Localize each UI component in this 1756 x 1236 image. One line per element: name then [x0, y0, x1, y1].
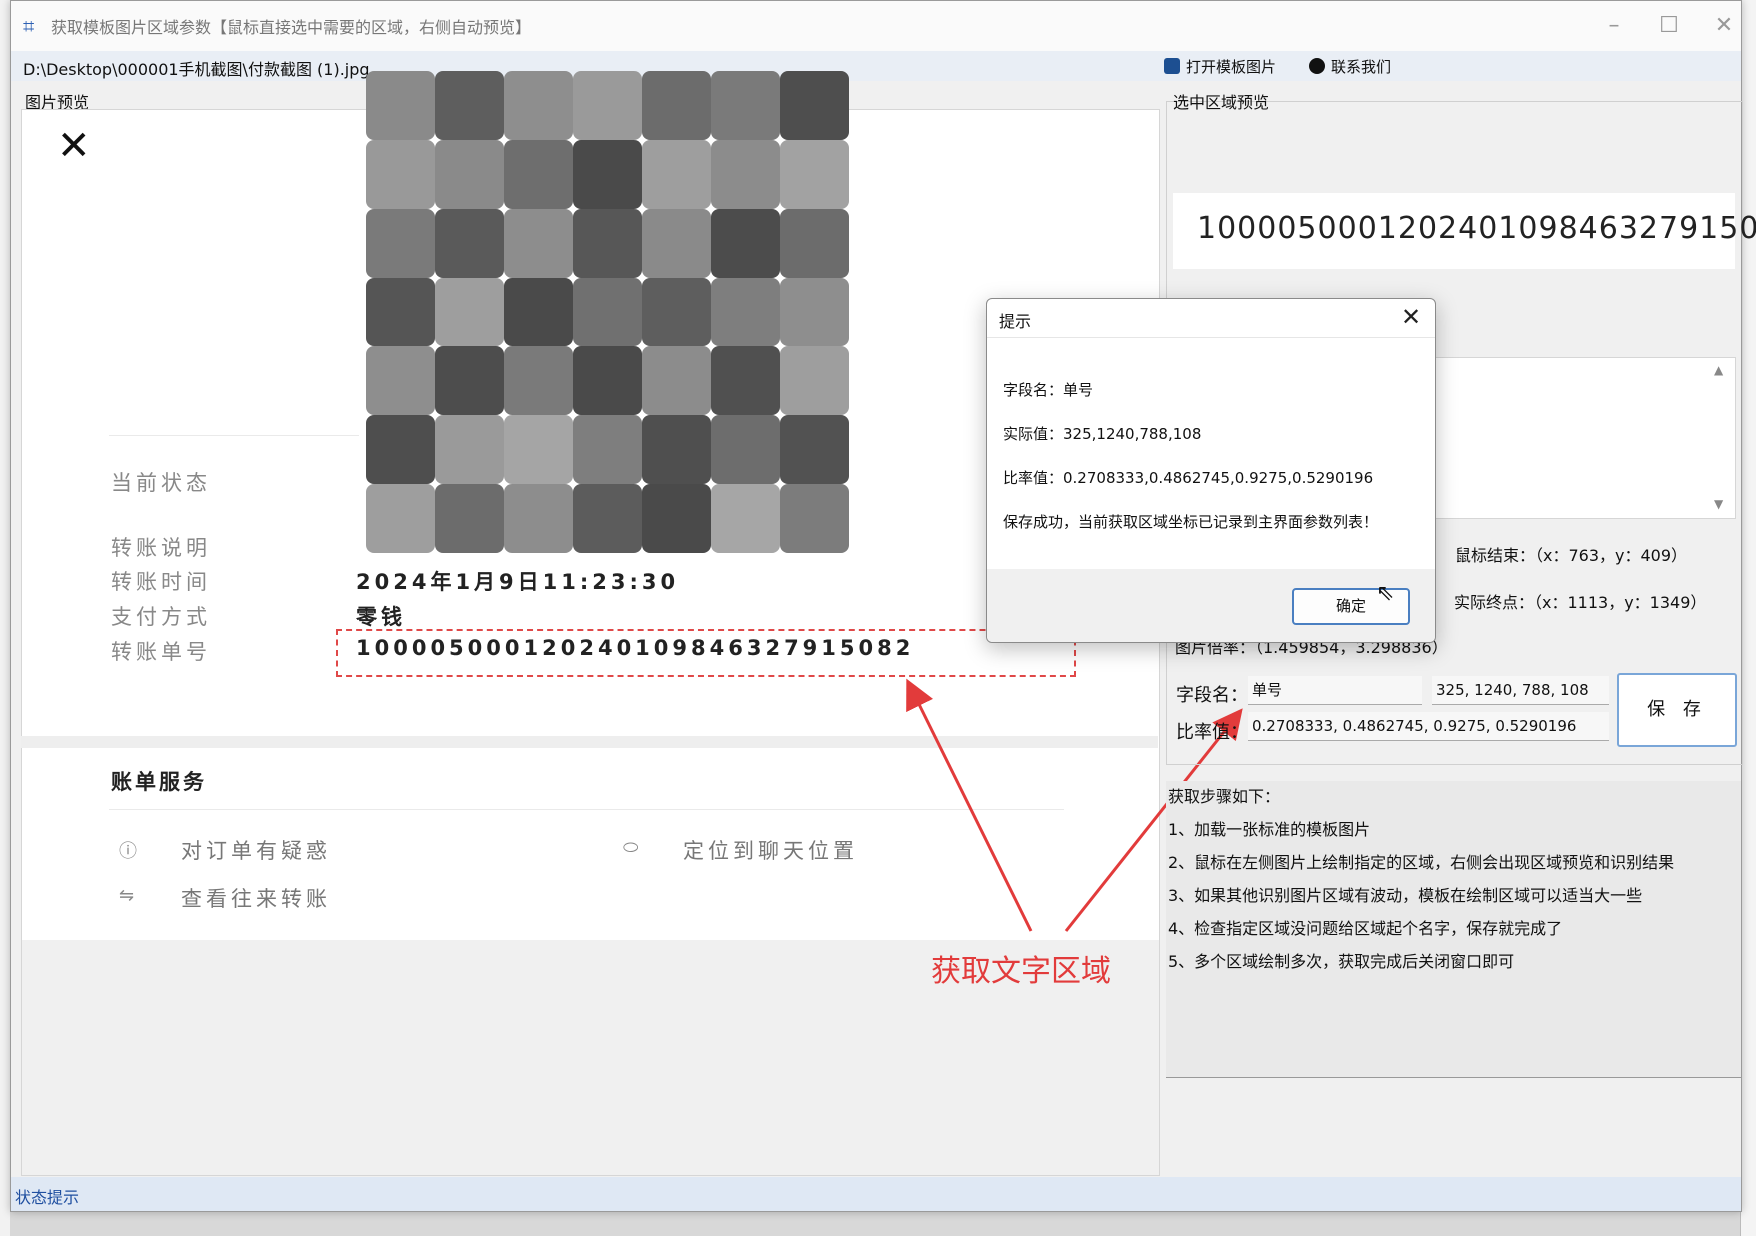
dialog-close-button[interactable]: ✕: [1401, 303, 1421, 331]
arrow-to-region: [906, 678, 1033, 932]
mouse-end-readout: 鼠标结束：（x：763，y：409）: [1455, 546, 1688, 565]
scroll-up-arrow-icon[interactable]: ▲: [1714, 363, 1723, 377]
dialog-title: 提示: [999, 312, 1032, 331]
step-item: 2、鼠标在左侧图片上绘制指定的区域，右侧会出现区域预览和识别结果: [1168, 853, 1675, 872]
step-item: 4、检查指定区域没问题给区域起个名字，保存就完成了: [1168, 919, 1563, 938]
dialog-title-bar: [987, 299, 1435, 338]
message-dialog: 提示 ✕ 字段名：单号 实际值：325,1240,788,108 比率值：0.2…: [986, 298, 1436, 643]
save-button[interactable]: 保 存: [1617, 673, 1737, 747]
steps-title: 获取步骤如下：: [1168, 787, 1281, 806]
ratio-input[interactable]: 0.2708333, 0.4862745, 0.9275, 0.5290196: [1248, 712, 1609, 741]
field-name-input[interactable]: 单号: [1248, 676, 1422, 705]
selection-preview-label: 选中区域预览: [1173, 93, 1270, 112]
ratio-label: 比率值：: [1176, 722, 1248, 743]
step-item: 5、多个区域绘制多次，获取完成后关闭窗口即可: [1168, 952, 1515, 971]
field-name-label: 字段名：: [1176, 685, 1248, 706]
annotation-text: 获取文字区域: [931, 954, 1111, 989]
actual-end-readout: 实际终点：（x：1113，y：1349）: [1454, 593, 1707, 612]
main-window: ⌗ 获取模板图片区域参数【鼠标直接选中需要的区域，右侧自动预览】 – ☐ ✕ D…: [10, 0, 1756, 1212]
dialog-line-ratio-value: 比率值：0.2708333,0.4862745,0.9275,0.5290196: [1003, 469, 1374, 487]
coords-input[interactable]: 325, 1240, 788, 108: [1432, 676, 1609, 705]
dialog-line-field-name: 字段名：单号: [1003, 381, 1094, 399]
scroll-down-arrow-icon[interactable]: ▼: [1714, 497, 1723, 511]
step-item: 3、如果其他识别图片区域有波动，模板在绘制区域可以适当大一些: [1168, 886, 1643, 905]
mouse-cursor-icon: ⇖: [1376, 581, 1395, 606]
selection-preview-text: 100005000120240109846327915082: [1197, 211, 1756, 246]
status-text: 状态提示: [15, 1188, 80, 1207]
status-bar: [11, 1177, 1741, 1211]
dialog-line-actual-value: 实际值：325,1240,788,108: [1003, 425, 1202, 443]
step-item: 1、加载一张标准的模板图片: [1168, 820, 1371, 839]
dialog-line-save-success: 保存成功，当前获取区域坐标已记录到主界面参数列表！: [1003, 513, 1379, 531]
desktop-left-edge: [0, 0, 10, 1236]
